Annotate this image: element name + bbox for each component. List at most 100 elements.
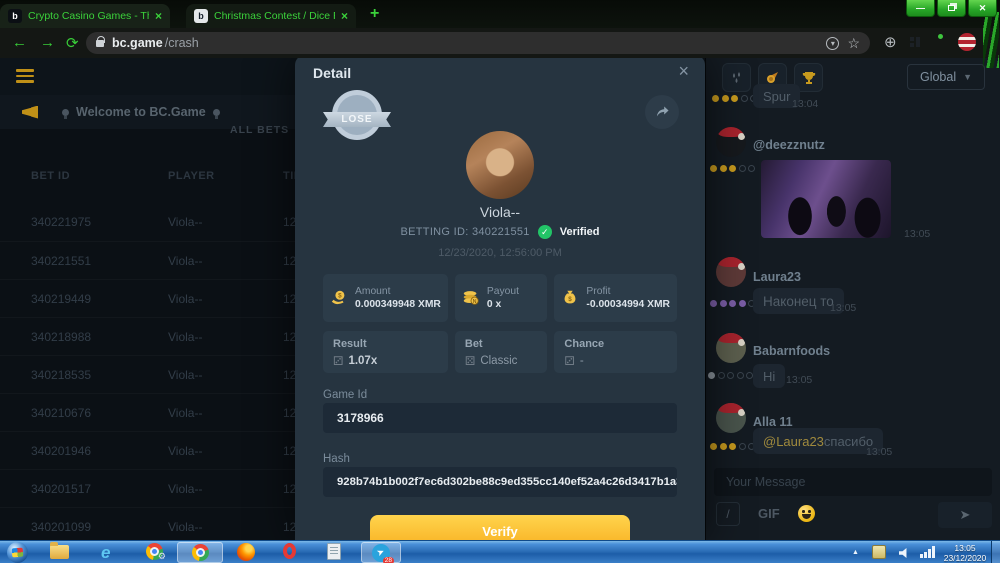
share-button[interactable] xyxy=(645,95,679,129)
forward-icon[interactable]: → xyxy=(40,34,55,51)
announcement-text: Welcome to BC.Game xyxy=(76,105,206,119)
taskbar-opera-icon[interactable] xyxy=(283,543,296,559)
svg-text:$: $ xyxy=(338,293,342,300)
browser-toolbar: ← → ⟳ bc.game /crash ▾ ☆ ⊕ xyxy=(0,28,1000,58)
avatar[interactable] xyxy=(716,333,746,363)
game-id-label: Game Id xyxy=(323,389,367,401)
medal-icons xyxy=(710,443,755,450)
chat-username[interactable]: Laura23 xyxy=(753,270,801,284)
medal-icons xyxy=(708,372,753,379)
modal-close-icon[interactable]: × xyxy=(678,61,689,82)
chat-message-input[interactable] xyxy=(714,468,992,496)
column-bet-id: BET ID xyxy=(31,170,70,182)
modal-username: Viola-- xyxy=(295,204,705,220)
mention[interactable]: @Laura23 xyxy=(763,434,824,449)
verified-label: Verified xyxy=(560,226,600,238)
show-desktop-button[interactable] xyxy=(991,541,1000,563)
network-icon[interactable] xyxy=(920,546,935,558)
svg-text:$: $ xyxy=(569,296,573,303)
hamburger-menu-icon[interactable] xyxy=(16,69,34,86)
page-action-icon[interactable]: ▾ xyxy=(826,37,839,50)
bet-datetime: 12/23/2020, 12:56:00 PM xyxy=(295,247,705,259)
taskbar-clock[interactable]: 13:05 23/12/2020 xyxy=(942,543,988,563)
taskbar-explorer-icon[interactable] xyxy=(50,543,69,557)
trophy-icon xyxy=(802,71,816,85)
bet-stat-cards: $ Amount 0.000349948 XMR N Payout 0 x $ … xyxy=(323,274,677,373)
medal-icons xyxy=(710,300,755,307)
start-button[interactable] xyxy=(7,542,28,563)
dice-icon: ⚂ xyxy=(564,354,574,368)
share-icon xyxy=(654,104,670,120)
refresh-icon[interactable]: ⟳ xyxy=(66,34,79,52)
tray-app-icon[interactable] xyxy=(872,545,886,559)
chat-username[interactable]: @deezznutz xyxy=(753,138,825,152)
taskbar-firefox-icon[interactable] xyxy=(237,543,255,561)
window-controls: — ✕ xyxy=(906,0,997,17)
taskbar-chrome-active[interactable] xyxy=(177,542,223,563)
bcgame-favicon: b xyxy=(194,9,208,23)
hash-field[interactable]: 928b74b1b002f7ec6d302be88c9ed355cc140ef5… xyxy=(323,467,677,497)
minimize-button[interactable]: — xyxy=(906,0,935,17)
send-message-button[interactable]: ➤ xyxy=(938,502,992,528)
bookmark-star-icon[interactable]: ☆ xyxy=(847,35,860,52)
chat-channel-dropdown[interactable]: Global ▼ xyxy=(907,64,985,90)
tab-title: Christmas Contest / Dice Roll Hu xyxy=(214,10,335,22)
message-time: 13:05 xyxy=(786,374,812,386)
user-avatar[interactable] xyxy=(466,131,534,199)
back-icon[interactable]: ← xyxy=(12,34,27,51)
screen: b Crypto Casino Games - The 16 B × b Chr… xyxy=(0,0,1000,563)
game-id-field[interactable]: 3178966 xyxy=(323,403,677,433)
emoji-icon[interactable] xyxy=(798,505,815,522)
avatar[interactable] xyxy=(716,403,746,433)
betting-id-row: BETTING ID: 340221551 ✓ Verified xyxy=(295,225,705,239)
bulb-icon xyxy=(213,109,220,116)
megaphone-icon xyxy=(22,106,39,119)
close-tab-icon[interactable]: × xyxy=(341,9,348,23)
chat-username[interactable]: Alla 11 xyxy=(753,415,793,429)
lose-badge: LOSE xyxy=(323,87,391,145)
bcgame-favicon: b xyxy=(8,9,22,23)
tab-christmas-contest[interactable]: b Christmas Contest / Dice Roll Hu × xyxy=(186,4,356,28)
classic-game-icon: ⚄ xyxy=(465,354,475,368)
taskbar-chromium-icon[interactable]: ⚙ xyxy=(146,543,163,560)
address-bar[interactable]: bc.game /crash ▾ ☆ xyxy=(86,32,870,54)
verify-button[interactable]: Verify xyxy=(370,515,630,540)
close-tab-icon[interactable]: × xyxy=(155,9,162,23)
clock-date: 23/12/2020 xyxy=(942,553,988,563)
tab-crypto-casino[interactable]: b Crypto Casino Games - The 16 B × xyxy=(0,4,170,28)
amount-card: $ Amount 0.000349948 XMR xyxy=(323,274,448,322)
medal-icons xyxy=(712,95,757,102)
tray-hidden-icons-arrow[interactable]: ▲ xyxy=(852,549,859,556)
taskbar-ie-icon[interactable]: e xyxy=(101,543,110,563)
gif-image[interactable] xyxy=(761,160,891,238)
payout-card: N Payout 0 x xyxy=(455,274,548,322)
gif-button[interactable]: GIF xyxy=(758,506,780,521)
volume-icon[interactable] xyxy=(899,548,910,558)
slash-command-button[interactable]: / xyxy=(716,502,740,526)
browser-theme-art xyxy=(983,12,999,68)
notification-badge: 28 xyxy=(383,557,394,563)
restore-button[interactable] xyxy=(937,0,966,17)
url-domain: bc.game xyxy=(112,36,163,50)
channel-label: Global xyxy=(920,70,956,84)
profit-moneybag-icon: $ xyxy=(561,289,579,307)
medal-icons xyxy=(710,165,755,172)
rain-feature-button[interactable] xyxy=(722,63,751,92)
new-tab-button[interactable]: + xyxy=(370,5,379,23)
message-time: 13:05 xyxy=(904,228,930,240)
all-bets-label[interactable]: ALL BETS xyxy=(230,124,289,136)
send-icon: ➤ xyxy=(960,507,971,523)
close-button[interactable]: ✕ xyxy=(968,0,997,17)
globe-extension-icon[interactable]: ⊕ xyxy=(884,33,897,51)
chevron-down-icon: ▼ xyxy=(963,72,972,82)
taskbar-telegram-active[interactable]: ➤ 28 xyxy=(361,542,401,563)
bcgame-page: Welcome to BC.Game ALL BETS BET ID PLAYE… xyxy=(0,58,1000,540)
taskbar-notepad-icon[interactable] xyxy=(327,543,341,560)
avatar[interactable] xyxy=(716,257,746,287)
hash-label: Hash xyxy=(323,453,350,465)
chat-username[interactable]: Babarnfoods xyxy=(753,344,830,358)
message-time: 13:05 xyxy=(830,302,856,314)
avatar[interactable] xyxy=(716,127,746,157)
betting-id: BETTING ID: 340221551 xyxy=(401,226,530,238)
browser-profile-avatar[interactable] xyxy=(958,33,976,51)
